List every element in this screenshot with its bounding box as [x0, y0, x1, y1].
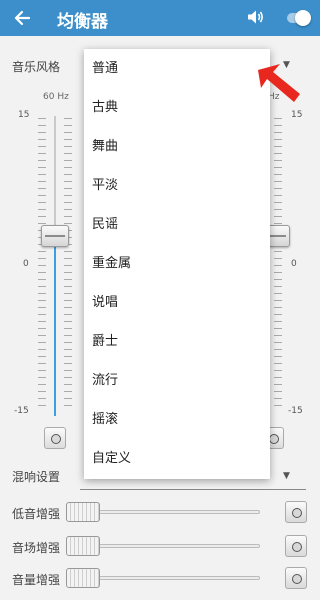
- band-reset-button[interactable]: [44, 427, 66, 449]
- scale-top-left: 15: [18, 110, 30, 120]
- band-frequency-label: 60 Hz: [43, 92, 69, 102]
- menu-item-jazz[interactable]: 爵士: [84, 322, 270, 361]
- music-style-label: 音乐风格: [12, 60, 61, 74]
- loudness-button[interactable]: [285, 567, 307, 589]
- tick-marks-left: [38, 118, 46, 412]
- virtualizer-track[interactable]: [94, 544, 260, 548]
- bass-boost-thumb[interactable]: [66, 502, 100, 522]
- reverb-label: 混响设置: [12, 470, 61, 484]
- scale-mid-right: 0: [291, 259, 297, 269]
- tick-marks-left-b: [64, 118, 72, 412]
- scale-bottom-left: -15: [14, 406, 29, 416]
- scale-top-right: 15: [291, 110, 303, 120]
- menu-item-pop[interactable]: 流行: [84, 361, 270, 400]
- loudness-track[interactable]: [94, 576, 260, 580]
- loudness-thumb[interactable]: [66, 568, 100, 588]
- menu-item-custom[interactable]: 自定义: [84, 439, 270, 478]
- menu-item-classical[interactable]: 古典: [84, 88, 270, 127]
- tick-marks-right: [274, 118, 282, 412]
- red-annotation-arrow-icon: [258, 64, 300, 102]
- menu-item-hip-hop[interactable]: 说唱: [84, 283, 270, 322]
- reverb-dropdown-underline: [80, 489, 306, 490]
- bass-boost-label: 低音增强: [12, 507, 61, 521]
- scale-mid-left: 0: [23, 259, 29, 269]
- loudness-label: 音量增强: [12, 573, 61, 587]
- menu-item-heavy-metal[interactable]: 重金属: [84, 244, 270, 283]
- band-level-fill: [54, 236, 56, 416]
- bass-boost-button[interactable]: [285, 501, 307, 523]
- virtualizer-thumb[interactable]: [66, 536, 100, 556]
- menu-item-flat[interactable]: 平淡: [84, 166, 270, 205]
- bass-boost-track[interactable]: [94, 510, 260, 514]
- toggle-knob: [295, 10, 311, 26]
- virtualizer-label: 音场增强: [12, 541, 61, 555]
- menu-item-normal[interactable]: 普通: [84, 49, 270, 88]
- music-style-dropdown-menu: 普通 古典 舞曲 平淡 民谣 重金属 说唱 爵士 流行 摇滚 自定义: [84, 49, 270, 479]
- scale-bottom-right: -15: [288, 406, 303, 416]
- menu-item-rock[interactable]: 摇滚: [84, 400, 270, 439]
- menu-item-folk[interactable]: 民谣: [84, 205, 270, 244]
- equalizer-enable-toggle[interactable]: [283, 10, 311, 26]
- menu-item-dance[interactable]: 舞曲: [84, 127, 270, 166]
- band-slider-thumb[interactable]: [41, 225, 69, 247]
- virtualizer-button[interactable]: [285, 535, 307, 557]
- page-title: 均衡器: [57, 12, 108, 32]
- back-arrow-icon[interactable]: [12, 8, 32, 28]
- app-bar: 均衡器: [0, 0, 320, 36]
- volume-icon[interactable]: [246, 8, 264, 26]
- reverb-dropdown-arrow[interactable]: ▼: [283, 471, 290, 481]
